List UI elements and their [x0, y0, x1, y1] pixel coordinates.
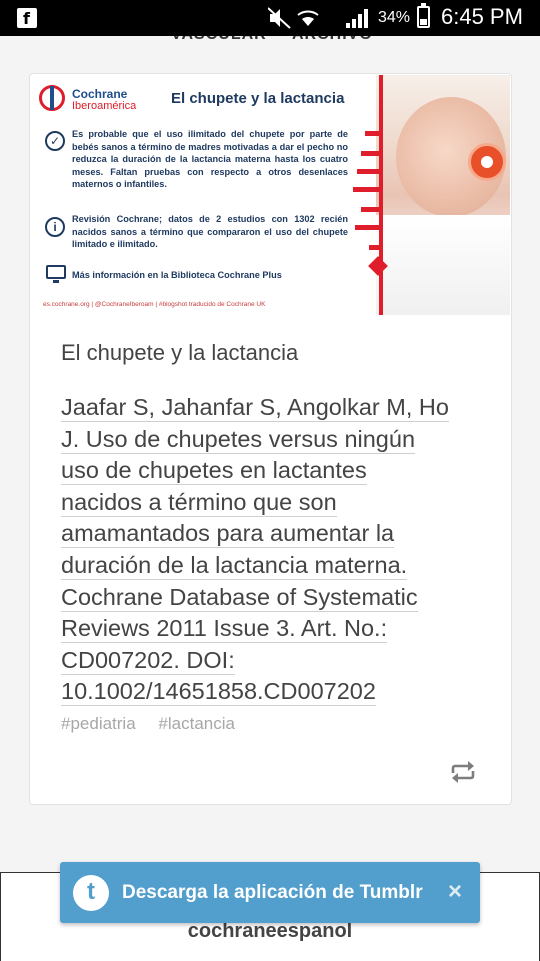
cochrane-logo-icon — [39, 85, 65, 111]
facebook-icon: f — [17, 8, 37, 28]
monitor-icon — [46, 265, 66, 283]
post-tags: #pediatria #lactancia — [61, 714, 253, 734]
citation-line[interactable]: CD007202. DOI: — [61, 646, 235, 675]
nav-item-vascular[interactable]: VASCULAR — [171, 36, 267, 44]
reblog-icon[interactable] — [449, 760, 477, 784]
tumblr-logo-icon: t — [73, 875, 109, 911]
battery-icon — [417, 3, 430, 28]
citation-line[interactable]: Reviews 2011 Issue 3. Art. No.: — [61, 615, 388, 644]
citation-line[interactable]: nacidos a término que son — [61, 488, 337, 517]
close-icon[interactable]: × — [448, 878, 462, 906]
banner-more-info: Más información en la Biblioteca Cochran… — [72, 270, 282, 280]
download-app-text[interactable]: Descarga la aplicación de Tumblr — [122, 882, 423, 904]
pacifier-icon — [468, 143, 506, 181]
clock: 6:45 PM — [441, 4, 523, 29]
citation-line[interactable]: amamantados para aumentar la — [61, 520, 395, 549]
baby-photo — [376, 75, 510, 315]
forest-plot-logo — [353, 75, 388, 315]
citation-line[interactable]: 10.1002/14651858.CD007202 — [61, 678, 376, 707]
banner-title: El chupete y la lactancia — [171, 90, 345, 107]
citation-line[interactable]: J. Uso de chupetes versus ningún — [61, 425, 416, 454]
stopwatch-icon: ✓ — [45, 131, 65, 151]
citation-line[interactable]: Cochrane Database of Systematic — [61, 583, 418, 612]
post-title: El chupete y la lactancia — [61, 340, 299, 365]
citation-line[interactable]: Jaafar S, Jahanfar S, Angolkar M, Ho — [61, 394, 449, 422]
tag-lactancia[interactable]: #lactancia — [158, 714, 235, 733]
status-bar: f 34% 6:45 PM — [0, 0, 540, 36]
banner-review-text: Revisión Cochrane; datos de 2 estudios c… — [72, 214, 348, 249]
citation-line[interactable]: uso de chupetes en lactantes — [61, 457, 367, 486]
nav-item-archivo[interactable]: ARCHIVO — [292, 36, 373, 44]
banner-footer: es.cochrane.org | @CochraneIberoam | #bl… — [43, 301, 266, 308]
banner-finding-text: Es probable que el uso ilimitado del chu… — [72, 129, 348, 189]
info-icon: i — [45, 217, 65, 237]
post-card: Cochrane Iberoamérica El chupete y la la… — [29, 73, 512, 805]
post-citation: Jaafar S, Jahanfar S, Angolkar M, Ho J. … — [61, 392, 491, 708]
battery-percent: 34% — [378, 9, 411, 26]
logo-text-cochrane: Cochrane — [72, 87, 128, 101]
status-icons — [268, 7, 368, 29]
logo-text-iberoamerica: Iberoamérica — [72, 100, 137, 112]
download-app-banner[interactable]: t Descarga la aplicación de Tumblr × — [60, 862, 480, 923]
tag-pediatria[interactable]: #pediatria — [61, 714, 136, 733]
post-image[interactable]: Cochrane Iberoamérica El chupete y la la… — [31, 75, 510, 315]
citation-line[interactable]: duración de la lactancia materna. — [61, 551, 408, 580]
blog-username[interactable]: cochraneespanol — [0, 920, 540, 943]
blog-nav: VASCULAR ARCHIVO — [0, 36, 540, 48]
